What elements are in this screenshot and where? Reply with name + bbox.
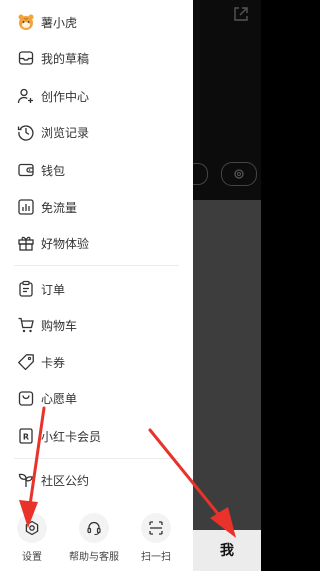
help-circle: [79, 513, 109, 543]
user-plus-icon: [16, 86, 36, 106]
gear-icon: [25, 520, 39, 536]
drawer-item-label: 订单: [41, 282, 66, 297]
drawer-item-label: 我的草稿: [41, 51, 90, 66]
drawer-bottom-bar: 设置 帮助与客服 扫一扫: [0, 507, 193, 571]
settings-label: 设置: [22, 552, 42, 563]
settings-circle: [17, 513, 47, 543]
draft-box-icon: [16, 48, 36, 68]
help-label: 帮助与客服: [69, 552, 119, 563]
drawer-item-wallet[interactable]: 钱包: [0, 150, 193, 190]
drawer-item-label: 钱包: [41, 163, 66, 178]
drawer-item-drafts[interactable]: 我的草稿: [0, 38, 193, 78]
drawer-item-wishlist[interactable]: 心愿单: [0, 378, 193, 418]
member-card-icon: R: [16, 426, 36, 446]
dimmed-content-area: [193, 200, 261, 530]
wish-bag-icon: [16, 388, 36, 408]
headset-icon: [87, 521, 101, 536]
dimmed-settings-pill: [221, 162, 257, 186]
drawer-item-creator-center[interactable]: 创作中心: [0, 76, 193, 116]
drawer-item-label: 好物体验: [41, 236, 90, 251]
section-divider: [14, 458, 179, 459]
coupon-tag-icon: [16, 352, 36, 372]
clipboard-icon: [16, 279, 36, 299]
drawer-item-label: 浏览记录: [41, 125, 90, 140]
data-bars-icon: [16, 197, 36, 217]
scan-label: 扫一扫: [141, 552, 171, 563]
drawer-item-label: 心愿单: [41, 391, 78, 406]
drawer-item-label: 社区公约: [41, 473, 90, 488]
drawer-item-community-rules[interactable]: 社区公约: [0, 460, 193, 500]
drawer-item-label: 小红卡会员: [41, 429, 102, 444]
drawer-item-orders[interactable]: 订单: [0, 269, 193, 309]
drawer-item-history[interactable]: 浏览记录: [0, 112, 193, 152]
gear-icon: [234, 169, 244, 179]
clock-icon: [16, 122, 36, 142]
drawer-item-membership[interactable]: R 小红卡会员: [0, 416, 193, 456]
drawer-item-label: 免流量: [41, 200, 78, 215]
drawer-item-profile[interactable]: 薯小虎: [0, 2, 193, 42]
drawer-item-coupons[interactable]: 卡券: [0, 342, 193, 382]
side-drawer: 薯小虎 我的草稿 创作中心 浏览记录 钱包 免流量 好物体验 订单 购物车 卡券…: [0, 0, 193, 571]
scan-circle: [141, 513, 171, 543]
dimmed-main-page[interactable]: 我: [193, 0, 261, 571]
drawer-item-free-data[interactable]: 免流量: [0, 187, 193, 227]
sprout-icon: [16, 470, 36, 490]
drawer-item-label: 创作中心: [41, 89, 90, 104]
gift-icon: [16, 233, 36, 253]
svg-text:R: R: [23, 433, 29, 442]
scan-icon: [149, 521, 163, 535]
settings-button[interactable]: 设置: [2, 507, 62, 571]
drawer-item-label: 购物车: [41, 318, 78, 333]
drawer-item-label: 薯小虎: [41, 15, 78, 30]
tab-me[interactable]: 我: [193, 540, 261, 560]
tiger-avatar-icon: [16, 12, 36, 32]
drawer-item-product-trial[interactable]: 好物体验: [0, 223, 193, 263]
scan-button[interactable]: 扫一扫: [126, 507, 186, 571]
drawer-item-label: 卡券: [41, 355, 66, 370]
drawer-item-cart[interactable]: 购物车: [0, 305, 193, 345]
help-button[interactable]: 帮助与客服: [64, 507, 124, 571]
share-icon: [234, 7, 248, 21]
wallet-icon: [16, 160, 36, 180]
section-divider: [14, 265, 179, 266]
cart-icon: [16, 315, 36, 335]
